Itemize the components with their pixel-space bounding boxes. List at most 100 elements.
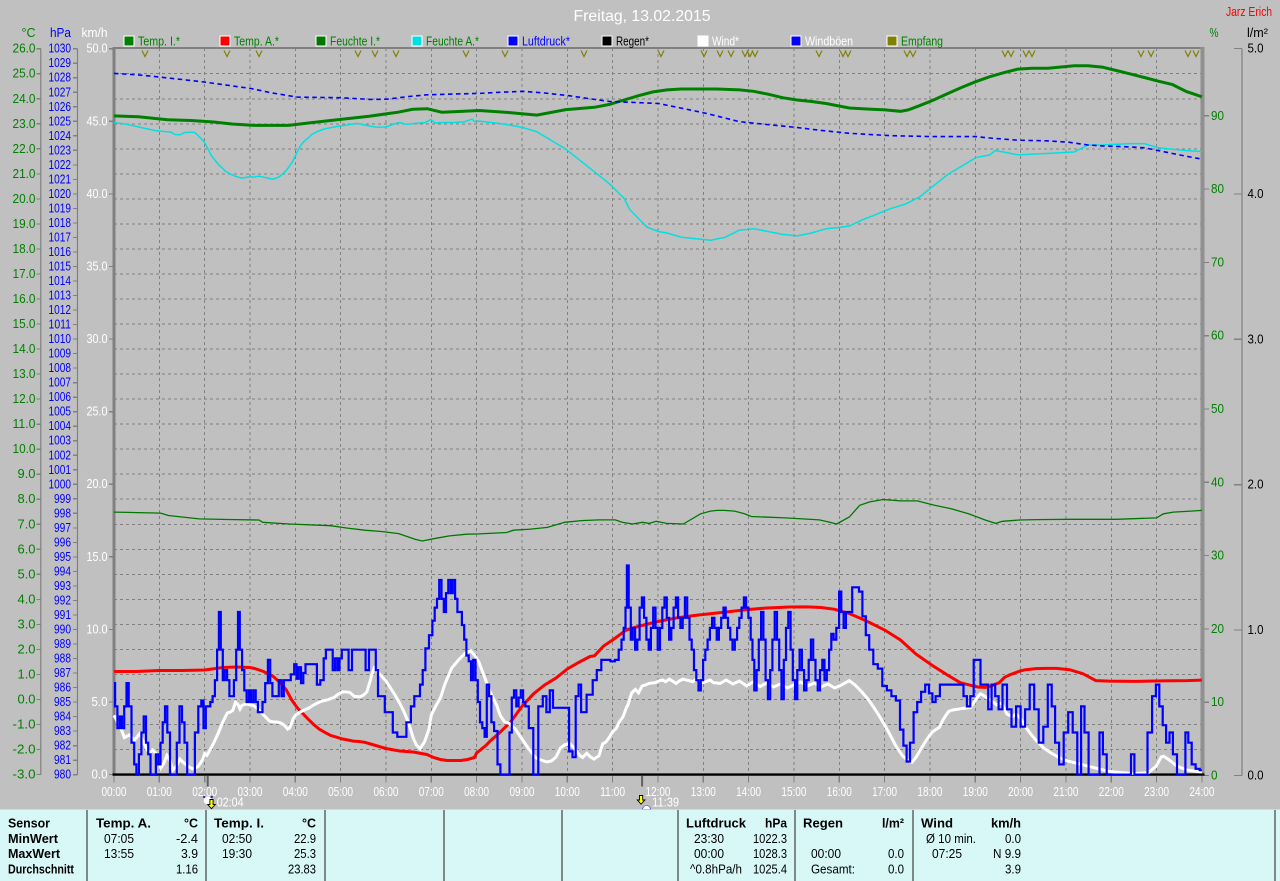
svg-text:995: 995: [54, 549, 71, 564]
svg-text:1001: 1001: [49, 462, 72, 477]
svg-text:1.0: 1.0: [18, 667, 36, 682]
svg-text:24:00: 24:00: [1189, 784, 1214, 799]
svg-text:07:05: 07:05: [104, 831, 134, 846]
svg-text:15.0: 15.0: [13, 316, 36, 331]
svg-text:90: 90: [1211, 108, 1224, 123]
svg-text:1021: 1021: [49, 171, 72, 186]
svg-text:3.9: 3.9: [181, 846, 198, 861]
svg-text:Sensor: Sensor: [8, 815, 50, 830]
svg-text:1009: 1009: [49, 346, 72, 361]
svg-text:25.0: 25.0: [87, 404, 108, 419]
svg-text:993: 993: [54, 578, 71, 593]
svg-text:1018: 1018: [49, 215, 72, 230]
svg-text:20: 20: [1211, 621, 1224, 636]
svg-text:00:00: 00:00: [811, 846, 841, 861]
svg-text:25.3: 25.3: [294, 846, 316, 861]
svg-text:4.0: 4.0: [18, 591, 36, 606]
svg-text:-3.0: -3.0: [13, 767, 36, 782]
svg-text:1028: 1028: [49, 70, 72, 85]
svg-text:1004: 1004: [49, 418, 72, 433]
svg-text:13.0: 13.0: [13, 366, 36, 381]
svg-text:24.0: 24.0: [13, 91, 36, 106]
svg-text:23:30: 23:30: [694, 831, 724, 846]
svg-text:Temp. I.: Temp. I.: [214, 815, 264, 830]
svg-text:Wind: Wind: [921, 815, 953, 830]
svg-text:18:00: 18:00: [917, 784, 942, 799]
svg-text:9.0: 9.0: [18, 466, 36, 481]
svg-text:14:00: 14:00: [736, 784, 761, 799]
svg-text:05:00: 05:00: [328, 784, 353, 799]
svg-text:-1.0: -1.0: [13, 717, 36, 732]
svg-text:Regen: Regen: [803, 815, 843, 830]
svg-text:26.0: 26.0: [13, 41, 36, 56]
svg-text:994: 994: [54, 563, 71, 578]
svg-text:20:00: 20:00: [1008, 784, 1033, 799]
svg-text:1012: 1012: [49, 302, 72, 317]
svg-text:987: 987: [54, 665, 71, 680]
svg-text:1007: 1007: [49, 375, 72, 390]
svg-text:-2.0: -2.0: [13, 742, 36, 757]
svg-text:Freitag, 13.02.2015: Freitag, 13.02.2015: [574, 8, 711, 25]
svg-text:8.0: 8.0: [18, 491, 36, 506]
svg-text:25.0: 25.0: [13, 66, 36, 81]
svg-text:Durchschnitt: Durchschnitt: [8, 861, 75, 876]
svg-text:992: 992: [54, 593, 71, 608]
svg-text:0.0: 0.0: [888, 846, 904, 861]
svg-text:23.83: 23.83: [288, 861, 316, 876]
svg-text:60: 60: [1211, 328, 1224, 343]
svg-text:°C: °C: [302, 815, 317, 830]
svg-text:980: 980: [54, 767, 71, 782]
svg-text:991: 991: [54, 607, 71, 622]
svg-text:984: 984: [54, 709, 71, 724]
svg-text:Empfang: Empfang: [901, 34, 943, 49]
svg-text:Feuchte I.*: Feuchte I.*: [330, 34, 380, 49]
svg-text:11.0: 11.0: [13, 416, 36, 431]
svg-text:1002: 1002: [49, 447, 72, 462]
svg-text:07:00: 07:00: [419, 784, 444, 799]
svg-text:00:00: 00:00: [102, 784, 127, 799]
svg-text:04:00: 04:00: [283, 784, 308, 799]
svg-text:10.0: 10.0: [87, 621, 108, 636]
svg-text:°C: °C: [22, 25, 36, 40]
svg-text:1030: 1030: [49, 41, 72, 56]
svg-text:1016: 1016: [49, 244, 72, 259]
svg-text:1026: 1026: [49, 99, 72, 114]
svg-text:1005: 1005: [49, 404, 72, 419]
svg-text:1028.3: 1028.3: [753, 846, 787, 861]
svg-text:km/h: km/h: [82, 25, 108, 40]
svg-text:997: 997: [54, 520, 71, 535]
svg-text:MinWert: MinWert: [8, 831, 59, 846]
svg-text:1.0: 1.0: [1248, 622, 1264, 637]
svg-text:1014: 1014: [49, 273, 72, 288]
svg-text:-2.4: -2.4: [176, 831, 198, 846]
svg-text:°C: °C: [184, 815, 199, 830]
svg-text:20.0: 20.0: [87, 476, 108, 491]
svg-text:22:00: 22:00: [1099, 784, 1124, 799]
svg-text:km/h: km/h: [991, 815, 1021, 830]
svg-text:Regen*: Regen*: [616, 34, 649, 49]
svg-text:1022.3: 1022.3: [753, 831, 787, 846]
svg-text:15:00: 15:00: [781, 784, 806, 799]
svg-text:40.0: 40.0: [87, 186, 108, 201]
svg-text:1020: 1020: [49, 186, 72, 201]
svg-text:0.0: 0.0: [92, 767, 108, 782]
svg-text:16:00: 16:00: [827, 784, 852, 799]
svg-text:986: 986: [54, 680, 71, 695]
svg-text:4.0: 4.0: [1248, 186, 1264, 201]
svg-text:1003: 1003: [49, 433, 72, 448]
svg-text:1006: 1006: [49, 389, 72, 404]
svg-text:^0.8hPa/h: ^0.8hPa/h: [690, 861, 742, 876]
svg-text:23.0: 23.0: [13, 116, 36, 131]
svg-text:3.0: 3.0: [1248, 331, 1264, 346]
svg-text:0.0: 0.0: [888, 861, 904, 876]
svg-text:1023: 1023: [49, 142, 72, 157]
svg-text:10: 10: [1211, 694, 1224, 709]
svg-text:1024: 1024: [49, 128, 72, 143]
svg-text:981: 981: [54, 752, 71, 767]
svg-text:2.0: 2.0: [1248, 477, 1264, 492]
svg-text:19.0: 19.0: [13, 216, 36, 231]
svg-text:22.9: 22.9: [294, 831, 316, 846]
svg-text:07:25: 07:25: [932, 846, 962, 861]
svg-text:Luftdruck: Luftdruck: [686, 815, 747, 830]
svg-text:988: 988: [54, 651, 71, 666]
